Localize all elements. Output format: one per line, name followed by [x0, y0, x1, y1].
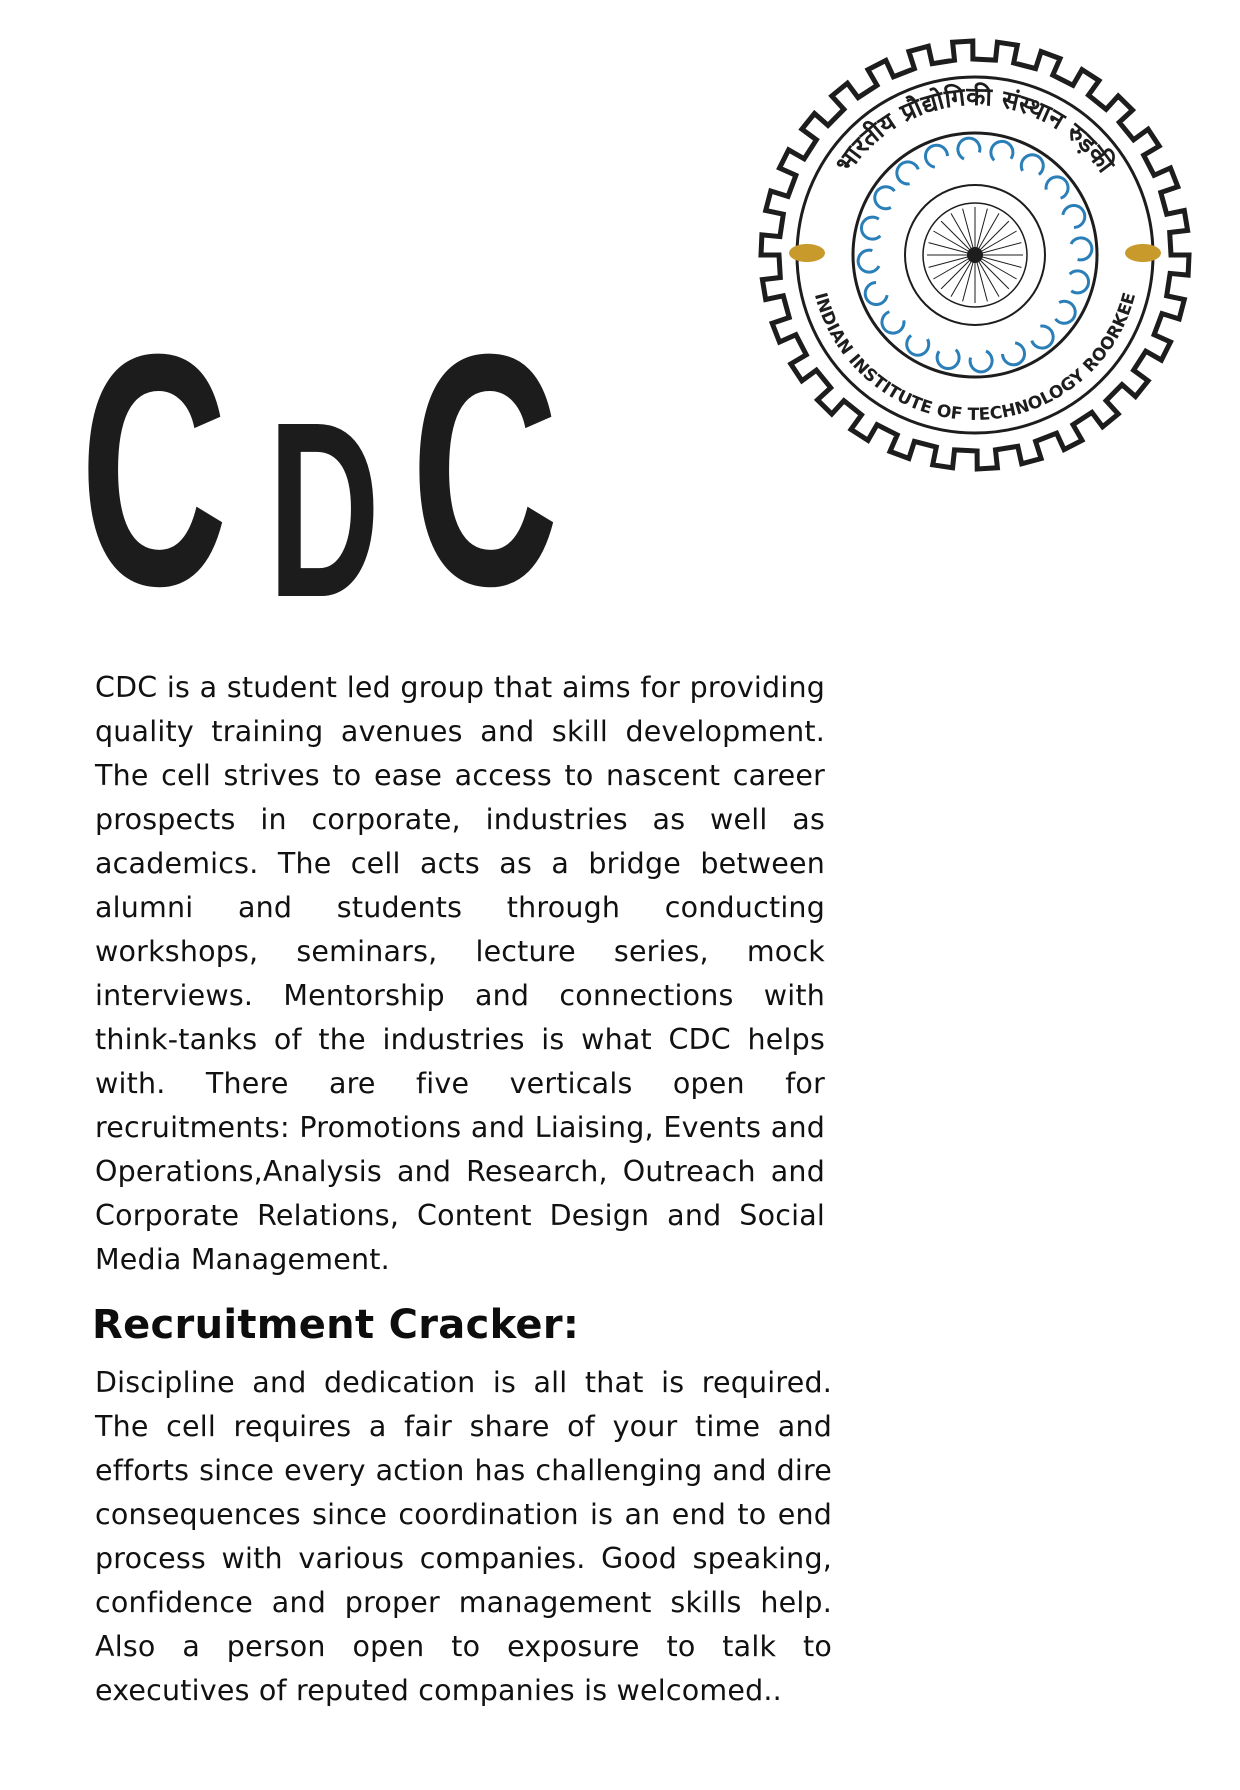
flame-icon: [956, 136, 982, 161]
title-letter-d: D: [268, 370, 380, 649]
flame-icon: [935, 348, 961, 371]
title-letter-c1: C: [80, 285, 228, 654]
lion-right-icon: [1125, 244, 1161, 262]
flame-icon: [1069, 236, 1094, 262]
flame-icon: [989, 139, 1015, 162]
cdc-title: C D C: [80, 305, 600, 635]
iit-roorkee-logo: भारतीय प्रौद्योगिकी संस्थान रुड़की INDIA…: [758, 38, 1192, 472]
recruitment-paragraph: Discipline and dedication is all that is…: [95, 1366, 832, 1707]
flame-icon: [1068, 269, 1091, 295]
flame-icon: [856, 248, 881, 274]
title-letter-c2: C: [411, 285, 559, 654]
logo-english-text: INDIAN INSTITUTE OF TECHNOLOGY ROORKEE: [810, 290, 1140, 425]
flame-icon: [923, 143, 949, 169]
flame-icon: [863, 281, 889, 307]
intro-paragraph: CDC is a student led group that aims for…: [95, 671, 825, 1276]
flame-icon: [1001, 341, 1027, 367]
flame-icon: [968, 349, 994, 374]
lion-left-icon: [789, 244, 825, 262]
flame-icon: [1061, 203, 1087, 229]
recruitment-heading: Recruitment Cracker:: [92, 1302, 580, 1348]
flame-icon: [859, 215, 882, 241]
svg-text:भारतीय प्रौद्योगिकी संस्थान रु: भारतीय प्रौद्योगिकी संस्थान रुड़की: [830, 82, 1122, 179]
svg-text:INDIAN INSTITUTE OF TECHNOLOGY: INDIAN INSTITUTE OF TECHNOLOGY ROORKEE: [810, 290, 1140, 425]
logo-hindi-text: भारतीय प्रौद्योगिकी संस्थान रुड़की: [830, 82, 1122, 179]
